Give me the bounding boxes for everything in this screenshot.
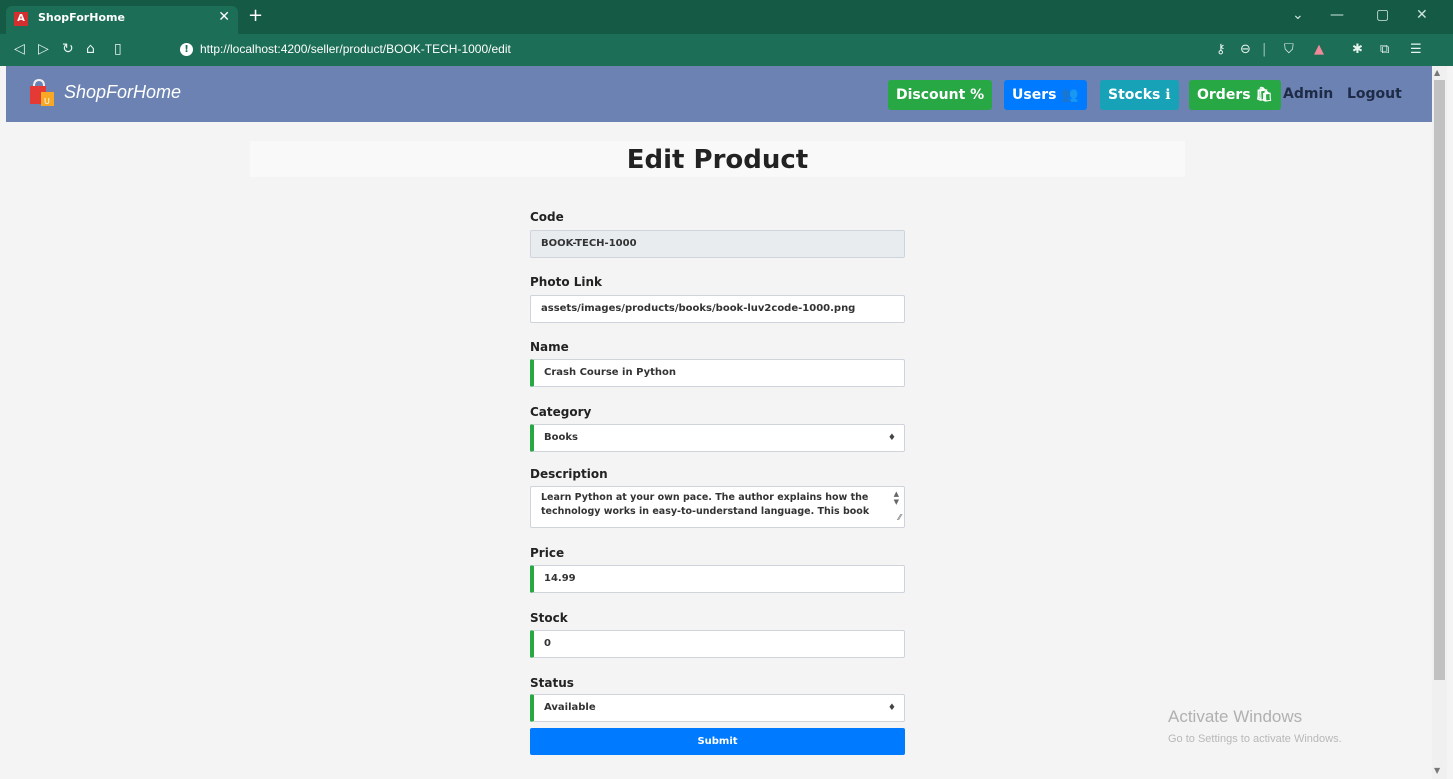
logout-link[interactable]: Logout xyxy=(1347,86,1402,102)
page-title: Edit Product xyxy=(626,145,809,175)
photo-link-field[interactable]: assets/images/products/books/book-luv2co… xyxy=(530,295,905,323)
info-icon[interactable]: ! xyxy=(180,43,193,56)
minimize-icon[interactable]: — xyxy=(1330,7,1344,23)
home-icon[interactable]: ⌂ xyxy=(86,41,95,57)
name-field[interactable]: Crash Course in Python xyxy=(530,359,905,387)
stocks-button[interactable]: Stocks ℹ xyxy=(1100,80,1179,110)
category-label: Category xyxy=(530,405,592,419)
close-tab-icon[interactable]: ✕ xyxy=(218,9,230,25)
brave-shield-icon[interactable]: ⛉ xyxy=(1284,42,1294,57)
description-textarea[interactable]: Learn Python at your own pace. The autho… xyxy=(530,486,905,528)
menu-icon[interactable]: ☰ xyxy=(1410,42,1422,57)
rewards-icon[interactable]: ▲ xyxy=(1314,42,1324,57)
svg-text:U: U xyxy=(44,97,50,106)
back-icon[interactable]: ◁ xyxy=(14,41,25,57)
textarea-spinner-icon[interactable]: ▲ ▼ xyxy=(894,490,899,506)
category-select[interactable]: Books xyxy=(530,424,905,452)
submit-button[interactable]: Submit xyxy=(530,728,905,755)
url-field[interactable]: http://localhost:4200/seller/product/BOO… xyxy=(200,42,511,56)
stock-label: Stock xyxy=(530,611,568,625)
page-scrollbar[interactable]: ▲ ▼ xyxy=(1432,66,1447,779)
code-label: Code xyxy=(530,210,564,224)
price-field[interactable]: 14.99 xyxy=(530,565,905,593)
status-label: Status xyxy=(530,676,574,690)
description-label: Description xyxy=(530,467,608,481)
maximize-icon[interactable]: ▢ xyxy=(1376,7,1389,23)
forward-icon[interactable]: ▷ xyxy=(38,41,49,57)
window-close-icon[interactable]: ✕ xyxy=(1416,7,1428,23)
discount-button[interactable]: Discount % xyxy=(888,80,993,110)
key-icon[interactable]: ⚷ xyxy=(1216,42,1226,57)
divider: | xyxy=(1262,42,1267,57)
new-tab-icon[interactable]: + xyxy=(248,5,263,26)
brand-name[interactable]: ShopForHome xyxy=(64,82,181,103)
tab-search-icon[interactable]: ⌄ xyxy=(1292,7,1304,23)
zoom-icon[interactable]: ⊖ xyxy=(1240,42,1251,57)
bookmark-icon[interactable]: ▯ xyxy=(114,41,122,57)
activate-windows-subtitle: Go to Settings to activate Windows. xyxy=(1168,733,1342,745)
scroll-up-icon[interactable]: ▲ xyxy=(1434,68,1440,77)
name-label: Name xyxy=(530,340,569,354)
extensions-icon[interactable]: ✱ xyxy=(1352,42,1363,57)
scroll-thumb[interactable] xyxy=(1434,80,1445,680)
tab-title: ShopForHome xyxy=(38,11,125,24)
title-band: Edit Product xyxy=(250,141,1185,177)
users-button[interactable]: Users 👥 xyxy=(1004,80,1087,110)
reload-icon[interactable]: ↻ xyxy=(62,41,74,57)
shopping-bags-logo-icon[interactable]: U xyxy=(28,78,58,108)
resize-handle-icon[interactable]: ⁄⁄ xyxy=(898,511,901,525)
code-field: BOOK-TECH-1000 xyxy=(530,230,905,258)
app-navbar: U ShopForHome Discount % Users 👥 Stocks … xyxy=(6,66,1432,122)
description-text: Learn Python at your own pace. The autho… xyxy=(541,492,870,517)
photo-link-label: Photo Link xyxy=(530,275,603,289)
activate-windows-title: Activate Windows xyxy=(1168,707,1303,726)
stock-field[interactable]: 0 xyxy=(530,630,905,658)
price-label: Price xyxy=(530,546,565,560)
admin-link[interactable]: Admin xyxy=(1283,86,1333,102)
orders-button[interactable]: Orders 🛍 xyxy=(1189,80,1282,110)
address-bar: ◁ ▷ ↻ ⌂ ▯ ! http://localhost:4200/seller… xyxy=(0,34,1453,66)
angular-favicon-icon: A xyxy=(14,12,28,26)
wallet-icon[interactable]: ⧉ xyxy=(1380,42,1389,57)
status-select[interactable]: Available xyxy=(530,694,905,722)
browser-tab-bar: A ShopForHome ✕ + ⌄ — ▢ ✕ xyxy=(0,0,1453,34)
browser-tab[interactable]: A ShopForHome ✕ xyxy=(6,6,238,34)
scroll-down-icon[interactable]: ▼ xyxy=(1434,766,1440,775)
